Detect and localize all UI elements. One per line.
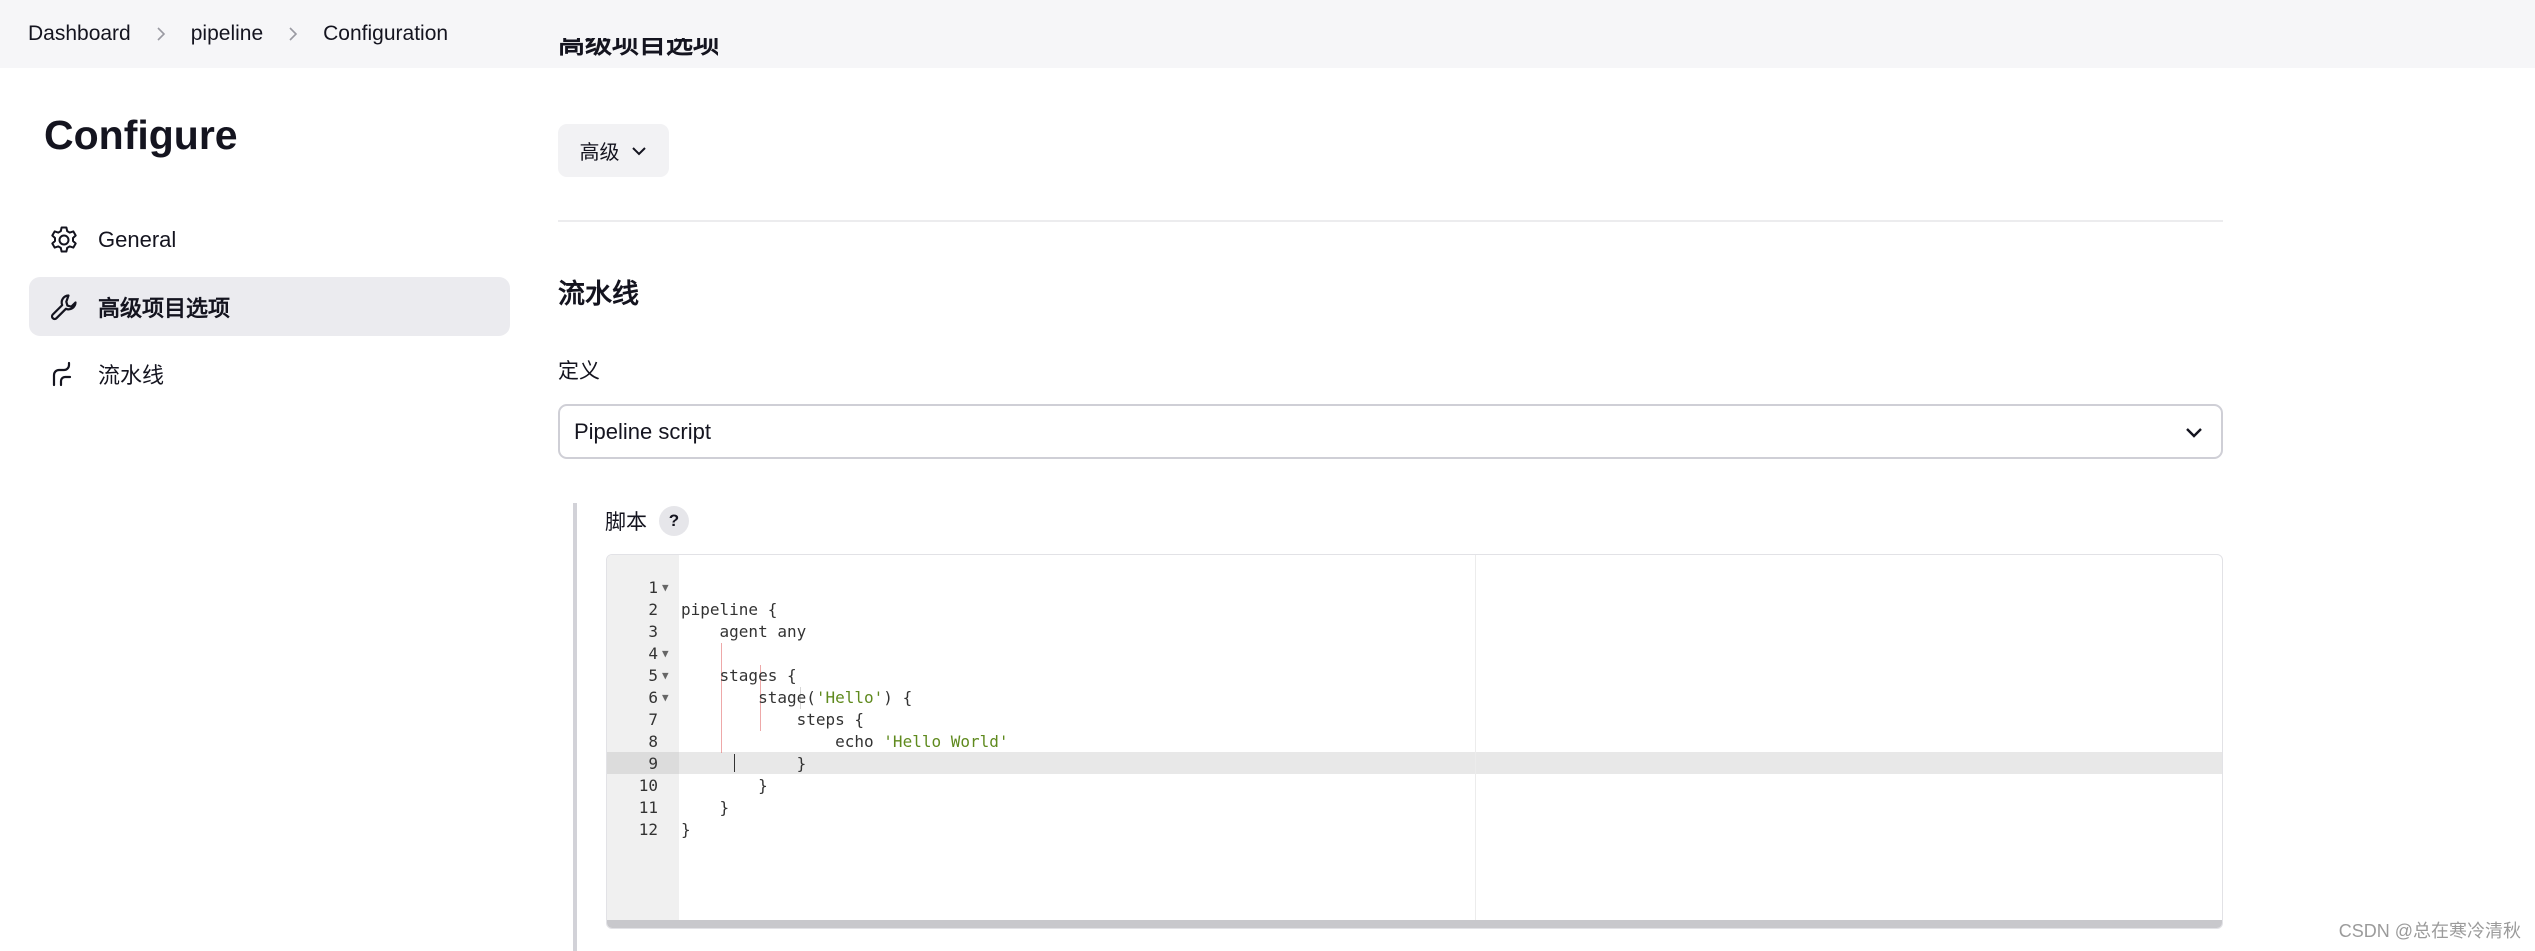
sidebar-item-label: 高级项目选项 bbox=[98, 295, 231, 321]
code-line: 8 } bbox=[648, 732, 807, 773]
code-line: 3 bbox=[648, 622, 658, 641]
script-label: 脚本 bbox=[605, 511, 647, 534]
breadcrumb: Dashboard pipeline Configuration bbox=[0, 0, 2535, 68]
section-heading-advanced: 高级项目选项 bbox=[558, 38, 718, 59]
breadcrumb-configuration[interactable]: Configuration bbox=[323, 22, 448, 46]
watermark: CSDN @总在寒冷清秋 bbox=[2338, 921, 2521, 941]
sidebar-item-advanced[interactable]: 高级项目选项 bbox=[29, 277, 510, 336]
advanced-button[interactable]: 高级 bbox=[558, 124, 669, 177]
sidebar-item-label: General bbox=[98, 226, 177, 252]
code-line: 7 echo 'Hello World' bbox=[648, 710, 1009, 751]
wrench-icon bbox=[46, 289, 82, 325]
code-line: 6 ▼ steps { bbox=[648, 688, 865, 729]
code-line: 2 agent any bbox=[648, 600, 807, 641]
script-label-row: 脚本 ? bbox=[605, 506, 689, 536]
sidebar-item-label: 流水线 bbox=[98, 362, 165, 388]
code-line: 11 } bbox=[638, 798, 691, 839]
advanced-button-label: 高级 bbox=[579, 142, 620, 164]
chevron-right-icon bbox=[263, 26, 323, 42]
breadcrumb-pipeline[interactable]: pipeline bbox=[191, 22, 263, 46]
text-cursor bbox=[734, 754, 735, 772]
chevron-down-icon bbox=[631, 146, 646, 155]
nested-section-bar bbox=[573, 503, 577, 951]
chevron-right-icon bbox=[131, 26, 191, 42]
help-icon[interactable]: ? bbox=[659, 506, 689, 536]
sidebar-item-general[interactable]: General bbox=[29, 210, 510, 269]
definition-select[interactable]: Pipeline script bbox=[558, 404, 2223, 459]
code-line: 1 ▼ pipeline { bbox=[648, 578, 778, 619]
code-line: 9 } bbox=[648, 754, 768, 795]
divider bbox=[558, 220, 2223, 222]
pipeline-icon bbox=[46, 356, 82, 392]
code-line: 5 ▼ stage('Hello') { bbox=[648, 666, 913, 707]
gear-icon bbox=[46, 222, 82, 258]
code-line: 12 bbox=[638, 820, 658, 839]
definition-label: 定义 bbox=[558, 360, 600, 383]
code-line: 4 ▼ stages { bbox=[648, 644, 797, 685]
definition-select-value: Pipeline script bbox=[574, 418, 711, 444]
breadcrumb-dashboard[interactable]: Dashboard bbox=[28, 22, 131, 46]
script-editor[interactable]: 1 ▼ pipeline { 2 agent any 3 4 ▼ stages { … bbox=[606, 554, 2223, 929]
page-title: Configure bbox=[44, 112, 238, 158]
chevron-down-icon bbox=[2186, 427, 2202, 438]
section-title-pipeline: 流水线 bbox=[558, 279, 639, 309]
code-line: 10 } bbox=[638, 776, 730, 817]
editor-scrollbar[interactable] bbox=[607, 920, 2222, 928]
sidebar-item-pipeline[interactable]: 流水线 bbox=[29, 344, 510, 403]
